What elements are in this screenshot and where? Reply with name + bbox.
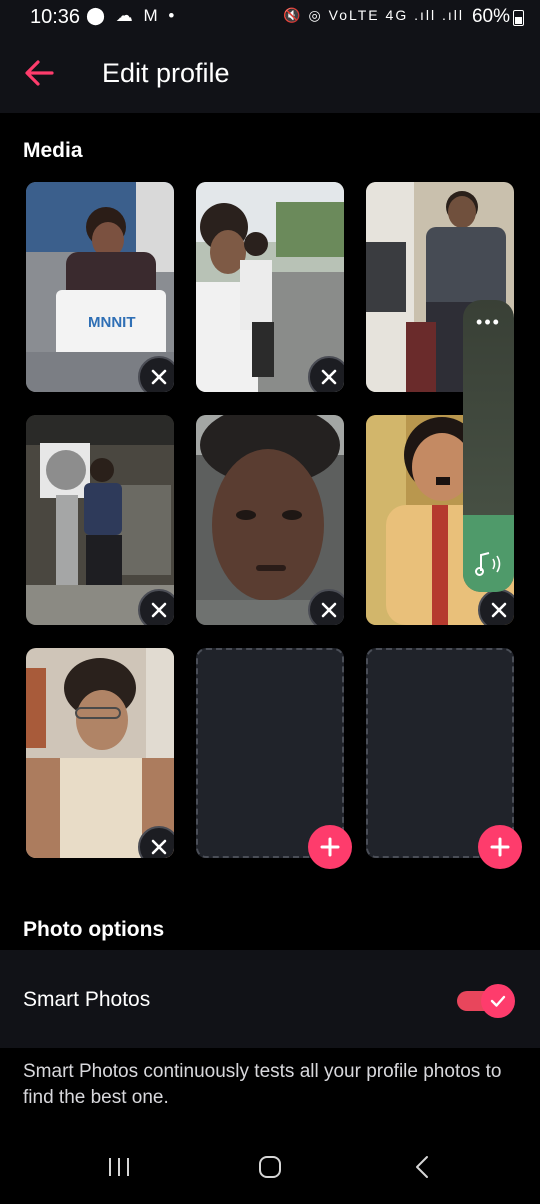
smart-photos-row[interactable]: Smart Photos <box>0 950 540 1048</box>
close-icon <box>491 602 507 618</box>
remove-photo-button[interactable] <box>138 356 174 392</box>
media-section-title: Media <box>23 139 83 162</box>
home-icon <box>259 1156 281 1178</box>
media-tile-5[interactable] <box>196 415 344 625</box>
more-dots-icon[interactable]: ••• <box>463 312 514 333</box>
smart-photos-toggle[interactable] <box>481 984 515 1018</box>
page-title: Edit profile <box>102 58 230 88</box>
photo-options-title: Photo options <box>23 918 165 941</box>
remove-photo-button[interactable] <box>478 589 514 625</box>
media-tile-7[interactable] <box>26 648 174 858</box>
add-photo-button[interactable] <box>478 825 522 869</box>
remove-photo-button[interactable] <box>138 589 174 625</box>
recents-button[interactable] <box>106 1154 132 1185</box>
close-icon <box>151 369 167 385</box>
close-icon <box>321 602 337 618</box>
battery-level: 60% <box>471 6 510 27</box>
remove-photo-button[interactable] <box>308 589 344 625</box>
add-photo-button[interactable] <box>308 825 352 869</box>
svg-text:MNNIT: MNNIT <box>88 314 136 331</box>
back-button[interactable] <box>22 56 58 90</box>
close-icon <box>151 839 167 855</box>
remove-photo-button[interactable] <box>308 356 344 392</box>
recents-icon <box>109 1158 129 1176</box>
media-tile-2[interactable] <box>196 182 344 392</box>
check-icon <box>490 995 506 1007</box>
nav-back-icon <box>416 1156 428 1178</box>
close-icon <box>151 602 167 618</box>
status-time: 10:36 <box>30 6 81 28</box>
system-nav-bar <box>0 1134 540 1204</box>
battery-icon <box>513 10 524 26</box>
media-tile-1[interactable]: MNNIT <box>26 182 174 392</box>
signal-icons: 🔇 ◎ VoLTE 4G .ıll .ıll <box>283 7 464 23</box>
home-button[interactable] <box>257 1154 283 1185</box>
nav-back-button[interactable] <box>410 1154 436 1185</box>
arrow-left-icon <box>25 60 54 86</box>
smart-photos-description: Smart Photos continuously tests all your… <box>23 1061 502 1108</box>
status-bar: 10:36 ⬤ ☁ M • 🔇 ◎ VoLTE 4G .ıll .ıll 60% <box>0 0 540 34</box>
music-note-icon[interactable] <box>475 551 505 582</box>
plus-icon <box>320 837 340 857</box>
notification-icons: ⬤ ☁ M • <box>86 6 178 25</box>
close-icon <box>321 369 337 385</box>
plus-icon <box>490 837 510 857</box>
floating-media-widget[interactable]: ••• <box>463 300 514 592</box>
app-header: Edit profile <box>0 34 540 113</box>
smart-photos-label: Smart Photos <box>23 988 151 1011</box>
media-tile-4[interactable] <box>26 415 174 625</box>
